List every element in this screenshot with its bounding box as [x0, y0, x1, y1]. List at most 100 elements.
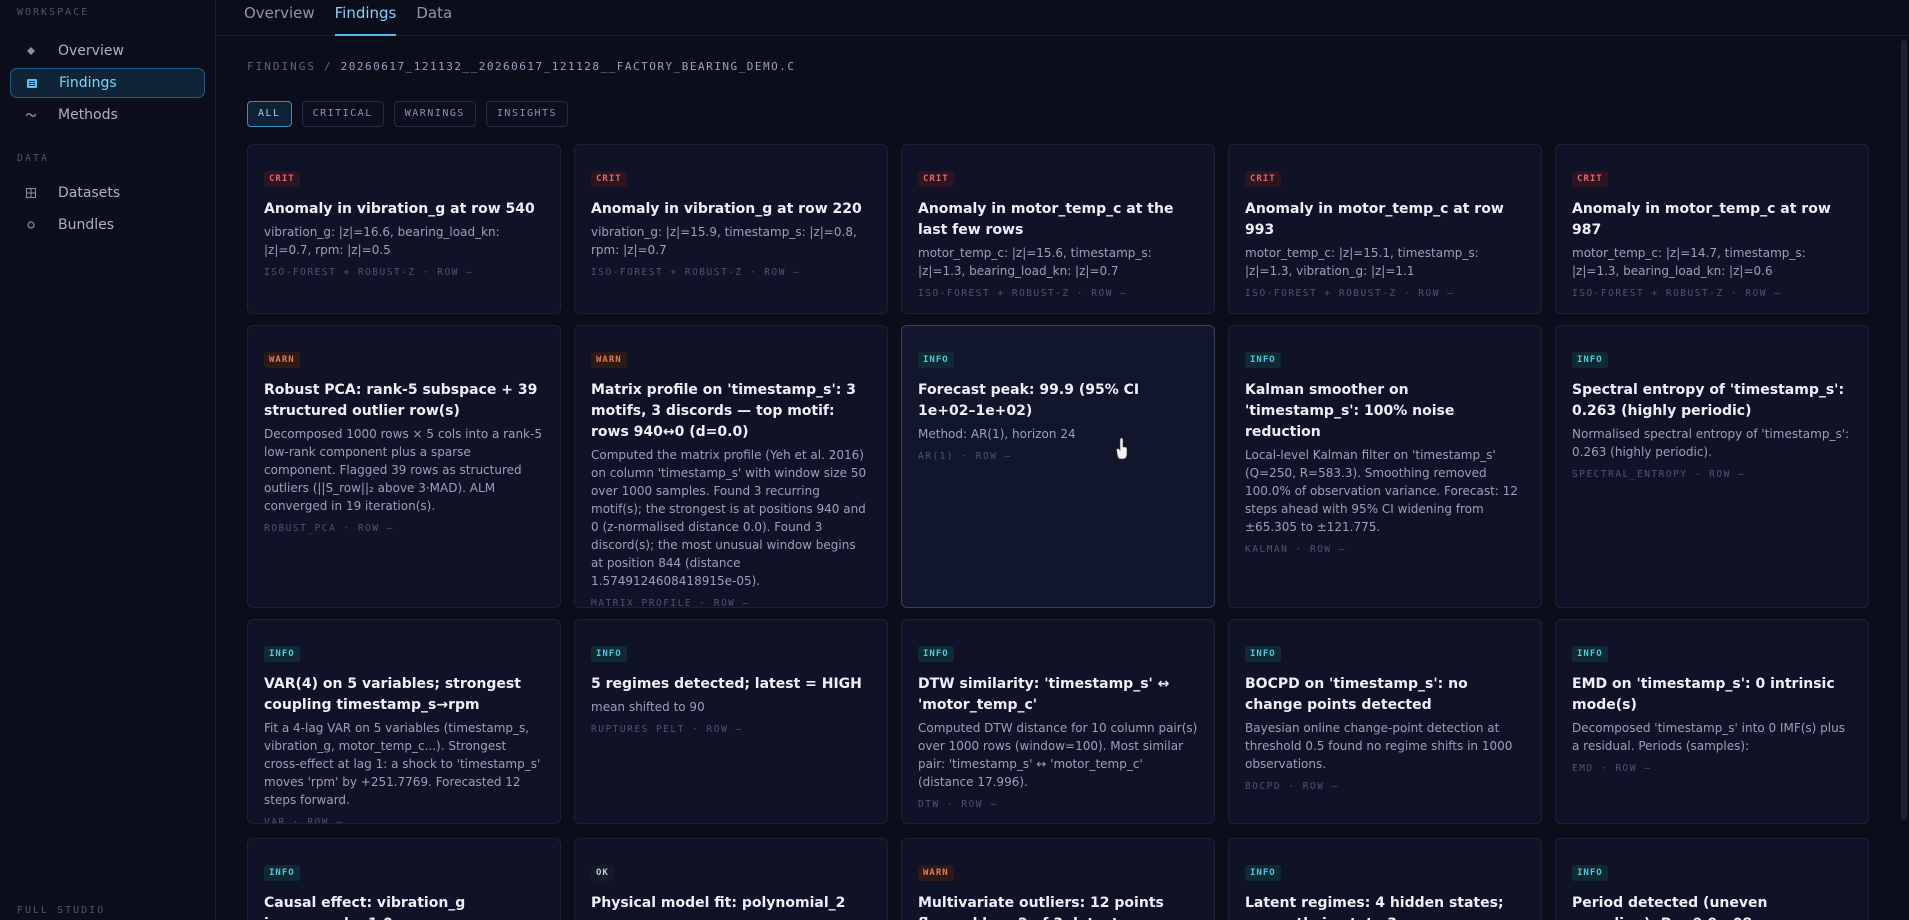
- finding-title: Period detected (uneven sampling): P ≈ 9…: [1572, 895, 1768, 920]
- finding-card[interactable]: INFO 5 regimes detected; latest = HIGH mea…: [574, 619, 888, 824]
- finding-description: Computed the matrix profile (Yeh et al. …: [591, 448, 867, 588]
- circle-icon: [24, 218, 38, 232]
- finding-method-meta: MATRIX_PROFILE · ROW —: [591, 598, 750, 608]
- finding-description: Method: AR(1), horizon 24: [918, 427, 1076, 441]
- finding-card[interactable]: WARN Multivariate outliers: 12 points fla…: [901, 838, 1215, 920]
- finding-card[interactable]: OKPhysical model fit: polynomial_2y = a·…: [574, 838, 888, 920]
- severity-badge: WARN: [264, 352, 300, 368]
- finding-title: Anomaly in motor_temp_c at the last few …: [918, 201, 1174, 238]
- sidebar-footer: FULL STUDIO: [17, 905, 106, 916]
- finding-method-meta: ISO-FOREST + ROBUST-Z · ROW —: [1572, 288, 1782, 299]
- finding-card[interactable]: INFO Latent regimes: 4 hidden states; cur…: [1228, 838, 1542, 920]
- sidebar: WORKSPACE Overview Findings Methods DATA: [0, 0, 216, 920]
- finding-method-meta: VAR · ROW —: [264, 817, 344, 824]
- finding-title: Robust PCA: rank-5 subspace + 39 structu…: [264, 382, 538, 419]
- finding-title: Anomaly in vibration_g at row 220: [591, 201, 862, 217]
- severity-badge: INFO: [918, 646, 954, 662]
- finding-description: Bayesian online change-point detection a…: [1245, 721, 1513, 771]
- finding-title: VAR(4) on 5 variables; strongest couplin…: [264, 676, 521, 713]
- finding-card[interactable]: INFO DTW similarity: 'timestamp_s' ↔ 'mot…: [901, 619, 1215, 824]
- finding-method-meta: ROBUST_PCA · ROW —: [264, 523, 394, 534]
- finding-description: Local-level Kalman filter on 'timestamp_…: [1245, 448, 1518, 534]
- filter-critical-button[interactable]: CRITICAL: [301, 101, 384, 127]
- finding-title: Forecast peak: 99.9 (95% CI 1e+02–1e+02): [918, 382, 1140, 419]
- finding-card[interactable]: INFO BOCPD on 'timestamp_s': no change po…: [1228, 619, 1542, 824]
- breadcrumb-path: 20260617_121132__20260617_121128__FACTOR…: [340, 60, 796, 73]
- finding-card[interactable]: INFO Kalman smoother on 'timestamp_s': 10…: [1228, 325, 1542, 608]
- list-icon: [25, 76, 39, 90]
- severity-badge: INFO: [1572, 352, 1608, 368]
- severity-badge: INFO: [1572, 865, 1608, 881]
- finding-description: mean shifted to 90: [591, 700, 705, 714]
- sidebar-item-methods[interactable]: Methods: [10, 100, 205, 130]
- finding-card[interactable]: INFO VAR(4) on 5 variables; strongest cou…: [247, 619, 561, 824]
- finding-title: Matrix profile on 'timestamp_s': 3 motif…: [591, 382, 857, 440]
- wave-icon: [24, 108, 38, 122]
- finding-method-meta: DTW · ROW —: [918, 799, 998, 810]
- finding-description: motor_temp_c: |z|=14.7, timestamp_s: |z|…: [1572, 246, 1806, 278]
- tab-data[interactable]: Data: [416, 0, 452, 36]
- sidebar-item-datasets[interactable]: Datasets: [10, 178, 205, 208]
- severity-badge: INFO: [264, 865, 300, 881]
- filter-warnings-button[interactable]: WARNINGS: [393, 101, 476, 127]
- severity-badge: CRIT: [1572, 171, 1608, 187]
- finding-card[interactable]: WARN Matrix profile on 'timestamp_s': 3 m…: [574, 325, 888, 608]
- finding-description: Decomposed 'timestamp_s' into 0 IMF(s) p…: [1572, 721, 1845, 753]
- finding-description: vibration_g: |z|=15.9, timestamp_s: |z|=…: [591, 225, 857, 257]
- finding-card[interactable]: INFO Period detected (uneven sampling): P…: [1555, 838, 1869, 920]
- finding-card[interactable]: INFO Spectral entropy of 'timestamp_s': 0…: [1555, 325, 1869, 608]
- finding-card[interactable]: WARN Robust PCA: rank-5 subspace + 39 str…: [247, 325, 561, 608]
- finding-title: EMD on 'timestamp_s': 0 intrinsic mode(s…: [1572, 676, 1835, 713]
- filter-insights-button[interactable]: INSIGHTS: [485, 101, 569, 127]
- app-window: WORKSPACE Overview Findings Methods DATA: [0, 0, 1909, 920]
- finding-method-meta: SPECTRAL_ENTROPY · ROW —: [1572, 469, 1746, 480]
- finding-method-meta: ISO-FOREST + ROBUST-Z · ROW —: [591, 267, 801, 278]
- finding-card[interactable]: INFO EMD on 'timestamp_s': 0 intrinsic mo…: [1555, 619, 1869, 824]
- finding-card[interactable]: INFO Forecast peak: 99.9 (95% CI 1e+02–1e…: [901, 325, 1215, 608]
- severity-badge: CRIT: [918, 171, 954, 187]
- finding-title: Spectral entropy of 'timestamp_s': 0.263…: [1572, 382, 1845, 419]
- sidebar-item-label: Findings: [59, 75, 117, 91]
- sidebar-item-findings[interactable]: Findings: [10, 68, 205, 98]
- finding-description: Decomposed 1000 rows × 5 cols into a ran…: [264, 427, 542, 513]
- breadcrumb-root[interactable]: FINDINGS: [247, 60, 316, 73]
- sidebar-item-label: Overview: [58, 43, 124, 59]
- finding-card[interactable]: CRIT Anomaly in vibration_g at row 540 vib…: [247, 144, 561, 314]
- tab-bar: Overview Findings Data: [216, 0, 1909, 36]
- severity-badge: WARN: [918, 865, 954, 881]
- diamond-icon: [24, 44, 38, 58]
- finding-title: Causal effect: vibration_g increases by …: [264, 895, 466, 920]
- finding-card[interactable]: CRIT Anomaly in motor_temp_c at row 987 mo…: [1555, 144, 1869, 314]
- finding-description: Fit a 4-lag VAR on 5 variables (timestam…: [264, 721, 541, 807]
- tab-overview[interactable]: Overview: [244, 0, 315, 36]
- finding-card[interactable]: CRIT Anomaly in motor_temp_c at the last …: [901, 144, 1215, 314]
- finding-description: vibration_g: |z|=16.6, bearing_load_kn: …: [264, 225, 500, 257]
- finding-card[interactable]: CRIT Anomaly in vibration_g at row 220 vib…: [574, 144, 888, 314]
- finding-title: Anomaly in vibration_g at row 540: [264, 201, 535, 217]
- severity-badge: INFO: [1245, 352, 1281, 368]
- sidebar-item-label: Bundles: [58, 217, 115, 233]
- finding-method-meta: AR(1) · ROW —: [918, 451, 1012, 462]
- severity-badge: CRIT: [1245, 171, 1281, 187]
- sidebar-item-bundles[interactable]: Bundles: [10, 210, 205, 240]
- filter-all-button[interactable]: ALL: [247, 101, 292, 127]
- main-content: Overview Findings Data FINDINGS / 202606…: [216, 0, 1909, 920]
- severity-badge: OK: [591, 865, 614, 881]
- severity-badge: CRIT: [591, 171, 627, 187]
- finding-method-meta: ISO-FOREST + ROBUST-Z · ROW —: [264, 267, 474, 278]
- finding-description: motor_temp_c: |z|=15.6, timestamp_s: |z|…: [918, 246, 1152, 278]
- finding-method-meta: KALMAN · ROW —: [1245, 544, 1347, 555]
- sidebar-item-label: Methods: [58, 107, 118, 123]
- finding-card[interactable]: CRIT Anomaly in motor_temp_c at row 993 mo…: [1228, 144, 1542, 314]
- scrollbar[interactable]: [1901, 40, 1907, 820]
- finding-description: motor_temp_c: |z|=15.1, timestamp_s: |z|…: [1245, 246, 1479, 278]
- breadcrumb-separator: /: [323, 60, 333, 73]
- sidebar-item-overview[interactable]: Overview: [10, 36, 205, 66]
- finding-method-meta: BOCPD · ROW —: [1245, 781, 1339, 792]
- finding-method-meta: ISO-FOREST + ROBUST-Z · ROW —: [1245, 288, 1455, 299]
- tab-findings[interactable]: Findings: [334, 0, 397, 36]
- finding-title: Kalman smoother on 'timestamp_s': 100% n…: [1245, 382, 1455, 440]
- finding-method-meta: EMD · ROW —: [1572, 763, 1652, 774]
- finding-card[interactable]: INFO Causal effect: vibration_g increases…: [247, 838, 561, 920]
- sidebar-section-workspace: WORKSPACE: [17, 7, 90, 18]
